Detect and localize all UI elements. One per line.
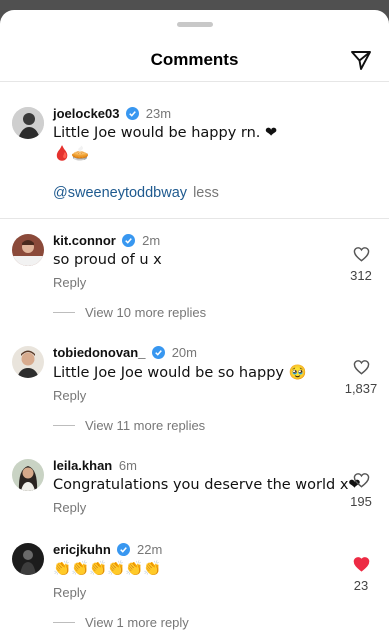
timestamp: 2m	[142, 233, 161, 248]
comment-text: so proud of u x	[53, 252, 162, 268]
reply-button[interactable]: Reply	[53, 388, 86, 403]
username[interactable]: tobiedonovan_	[53, 345, 145, 360]
verified-badge-icon	[117, 543, 131, 556]
avatar[interactable]	[12, 459, 44, 491]
view-more-label: View 1 more reply	[85, 615, 189, 630]
avatar[interactable]	[12, 234, 44, 266]
like-button[interactable]: 195	[331, 472, 389, 509]
comment-text: Congratulations you deserve the world x❤	[53, 477, 361, 493]
comment-meta: ericjkuhn 22m	[53, 542, 162, 557]
comment-mention-line: @sweeneytoddbway less	[53, 184, 219, 202]
heart-outline-icon	[353, 360, 369, 375]
timestamp: 23m	[145, 106, 172, 121]
comment-meta: tobiedonovan_ 20m	[53, 345, 197, 360]
view-more-replies[interactable]: View 1 more reply	[53, 615, 189, 630]
avatar[interactable]	[12, 107, 44, 139]
timestamp: 6m	[118, 458, 137, 473]
view-more-label: View 11 more replies	[85, 418, 206, 433]
comments-sheet: Comments joelocke03 23m Little Joe would…	[0, 10, 389, 640]
page-title: Comments	[150, 50, 239, 69]
like-count: 195	[350, 494, 372, 509]
verified-badge-icon	[152, 346, 166, 359]
verified-badge-icon	[126, 107, 140, 120]
author-comment: joelocke03 23m Little Joe would be happy…	[0, 83, 389, 219]
username[interactable]: ericjkuhn	[53, 542, 111, 557]
avatar[interactable]	[12, 346, 44, 378]
like-count: 312	[350, 268, 372, 283]
comment-item: leila.khan 6m Congratulations you deserv…	[0, 447, 389, 531]
view-more-replies[interactable]: View 11 more replies	[53, 418, 205, 433]
divider-line	[53, 622, 75, 623]
comment-emoji-line: 🩸🥧	[53, 146, 90, 162]
comment-text: Little Joe would be happy rn. ❤	[53, 125, 278, 141]
less-link[interactable]: less	[193, 185, 219, 201]
timestamp: 20m	[171, 345, 197, 360]
divider-line	[53, 312, 75, 313]
timestamp: 22m	[137, 542, 163, 557]
comment-item: tobiedonovan_ 20m Little Joe Joe would b…	[0, 332, 389, 447]
username[interactable]: leila.khan	[53, 458, 112, 473]
heart-filled-icon	[353, 557, 369, 572]
verified-badge-icon	[122, 234, 136, 247]
mention-link[interactable]: @sweeneytoddbway	[53, 185, 187, 201]
username[interactable]: joelocke03	[53, 106, 120, 121]
like-count: 1,837	[344, 381, 378, 396]
view-more-label: View 10 more replies	[85, 305, 207, 320]
send-icon[interactable]	[349, 48, 373, 72]
heart-outline-icon	[353, 473, 369, 488]
like-button[interactable]: 23	[331, 556, 389, 593]
heart-outline-icon	[353, 247, 369, 262]
comment-meta: leila.khan 6m	[53, 458, 137, 473]
like-button[interactable]: 1,837	[331, 359, 389, 396]
reply-button[interactable]: Reply	[53, 275, 86, 290]
drag-handle[interactable]	[177, 22, 213, 27]
divider-line	[53, 425, 75, 426]
comments-header: Comments	[0, 38, 389, 82]
avatar[interactable]	[12, 543, 44, 575]
comment-item: kit.connor 2m so proud of u x Reply View…	[0, 220, 389, 332]
comment-text: 👏👏👏👏👏👏	[53, 561, 162, 577]
reply-button[interactable]: Reply	[53, 500, 86, 515]
comment-item: ericjkuhn 22m 👏👏👏👏👏👏 Reply View 1 more r…	[0, 531, 389, 640]
reply-button[interactable]: Reply	[53, 585, 86, 600]
comment-meta: kit.connor 2m	[53, 233, 160, 248]
like-button[interactable]: 312	[331, 246, 389, 283]
comment-meta: joelocke03 23m	[53, 106, 171, 121]
like-count: 23	[353, 578, 369, 593]
comment-text: Little Joe Joe would be so happy 🥹	[53, 365, 307, 381]
username[interactable]: kit.connor	[53, 233, 116, 248]
view-more-replies[interactable]: View 10 more replies	[53, 305, 206, 320]
